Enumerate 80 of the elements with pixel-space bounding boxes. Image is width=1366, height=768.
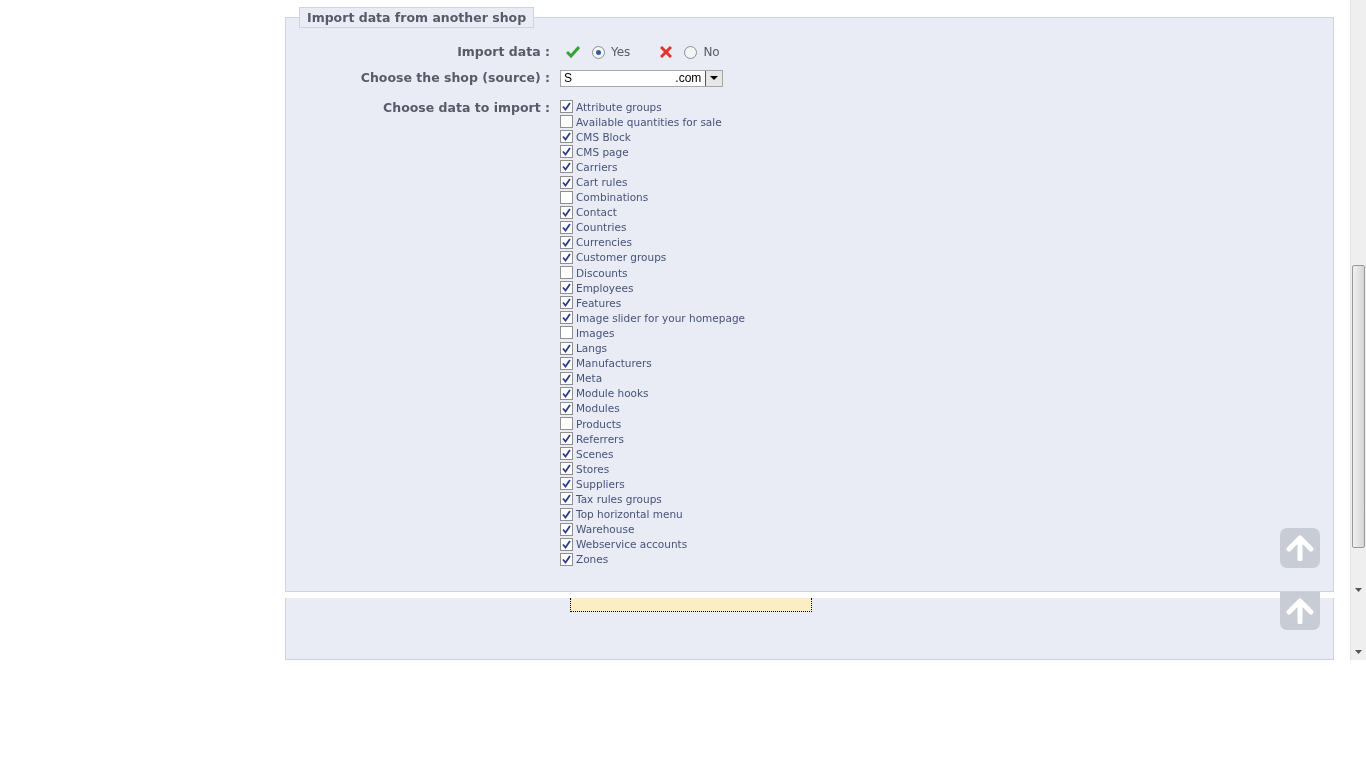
checkbox[interactable] (560, 175, 573, 189)
checkbox-label: Employees (576, 281, 634, 294)
checkbox[interactable] (560, 100, 573, 114)
checkbox-label: Stores (576, 462, 610, 475)
checkbox[interactable] (560, 205, 573, 219)
data-to-import-label: Choose data to import : (382, 99, 550, 117)
checkbox[interactable] (560, 160, 573, 174)
radio-label: No (703, 45, 720, 59)
checkbox[interactable] (560, 311, 573, 325)
checkbox[interactable] (560, 130, 573, 144)
checkbox-label: Customer groups (576, 251, 667, 264)
checkbox-label: Image slider for your homepage (576, 311, 746, 324)
shop-source-label: Choose the shop (source) : (359, 69, 550, 87)
radio-button[interactable] (684, 45, 698, 59)
checkbox-label: Cart rules (576, 176, 628, 188)
checkbox[interactable] (560, 190, 573, 204)
scrollbar-thumb[interactable] (1352, 265, 1365, 548)
checkbox-label: Meta (576, 372, 603, 385)
checkbox-label: Features (576, 296, 622, 309)
checkbox-label: Manufacturers (576, 357, 652, 370)
checkbox[interactable] (560, 507, 573, 521)
check-icon (566, 46, 580, 58)
arrow-up-icon (1286, 598, 1314, 624)
checkbox[interactable] (560, 296, 573, 310)
checkbox[interactable] (560, 432, 573, 446)
checkbox[interactable] (560, 462, 573, 476)
import-data-label: Import data : (456, 43, 550, 61)
panel-legend: Import data from another shop (299, 7, 535, 28)
checkbox-label: Contact (576, 206, 617, 219)
scrollbar[interactable] (1350, 0, 1366, 598)
checkbox-label: Webservice accounts (576, 538, 688, 551)
checkbox-label: CMS page (576, 145, 629, 158)
checkbox-label: Products (576, 417, 622, 430)
checkbox[interactable] (560, 386, 573, 400)
cross-icon (660, 46, 673, 58)
checkbox[interactable] (560, 447, 573, 461)
checkbox[interactable] (560, 281, 573, 295)
checkbox[interactable] (560, 145, 573, 159)
checkbox-label: Carriers (576, 160, 618, 173)
checkbox[interactable] (560, 401, 573, 415)
checkbox-label: Top horizontal menu (576, 508, 683, 521)
checkbox[interactable] (560, 115, 573, 129)
checkbox[interactable] (560, 235, 573, 249)
arrow-up-icon (1286, 535, 1314, 561)
checkbox[interactable] (560, 417, 573, 430)
checkbox-label: Currencies (576, 236, 632, 249)
checkbox-label: Available quantities for sale (576, 115, 722, 128)
scroll-down-arrow-icon[interactable] (1355, 588, 1362, 592)
checkbox[interactable] (560, 492, 573, 506)
checkbox-label: Images (576, 326, 615, 339)
radio-button[interactable] (592, 45, 605, 59)
checkbox[interactable] (560, 341, 573, 355)
checkbox-label: Combinations (576, 191, 649, 204)
checkbox-label: Suppliers (576, 477, 625, 490)
checkbox-label: Module hooks (576, 387, 649, 400)
checkbox-label: Warehouse (576, 523, 635, 536)
checkbox[interactable] (560, 356, 573, 370)
checkbox-label: Referrers (576, 432, 624, 445)
checkbox[interactable] (560, 477, 573, 491)
checkbox-label: Langs (576, 342, 608, 355)
checkbox[interactable] (560, 266, 573, 280)
checkbox-label: Discounts (576, 266, 628, 279)
checkbox[interactable] (560, 220, 573, 234)
checkbox-label: CMS Block (576, 130, 631, 143)
checkbox[interactable] (560, 251, 573, 264)
checkbox[interactable] (560, 522, 573, 536)
checkbox[interactable] (560, 552, 573, 566)
checkbox[interactable] (560, 326, 573, 340)
checkbox-label: Attribute groups (576, 100, 662, 113)
scrollbar[interactable] (1350, 598, 1366, 660)
shop-select[interactable]: S .com (560, 69, 723, 87)
checkbox-label: Countries (576, 221, 627, 234)
checkbox-label: Scenes (576, 447, 614, 460)
scroll-down-arrow-icon[interactable] (1355, 650, 1362, 654)
checkbox-label: Zones (576, 553, 609, 566)
checkbox-label: Modules (576, 402, 620, 415)
checkbox-label: Tax rules groups (576, 493, 662, 505)
checkbox[interactable] (560, 537, 573, 551)
checkbox[interactable] (560, 371, 573, 385)
radio-label: Yes (611, 45, 631, 59)
